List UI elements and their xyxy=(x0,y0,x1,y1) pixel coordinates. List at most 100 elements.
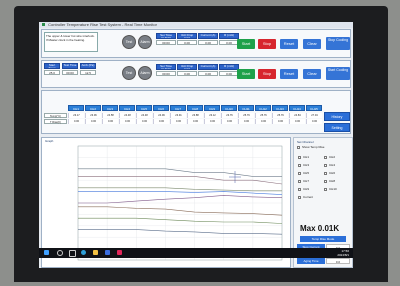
channel-checkbox[interactable] xyxy=(324,172,327,175)
channel-checkbox-label: CH3 xyxy=(303,163,310,167)
channel-temp: 23.91 xyxy=(170,113,186,118)
series-line xyxy=(78,187,282,192)
channel-rise: 0.00 xyxy=(306,119,322,124)
channel-checkbox[interactable] xyxy=(298,188,301,191)
series-line xyxy=(78,195,283,204)
description-box: The upper & lower hot wire interlock. If… xyxy=(44,32,98,52)
channel-temp: 24.09 xyxy=(153,113,169,118)
window-titlebar: Controller Temperature Rise Test System … xyxy=(39,22,353,28)
channel-checkbox[interactable] xyxy=(324,188,327,191)
clear-button-2[interactable]: Clear xyxy=(303,69,321,79)
top-control-panel: The upper & lower hot wire interlock. If… xyxy=(41,29,351,58)
series-line xyxy=(78,217,283,224)
channel-header: CH13 xyxy=(272,105,288,111)
stop-button[interactable]: Stop xyxy=(258,39,276,49)
stop-button-2[interactable]: Stop xyxy=(258,69,276,79)
app-taskbar-icon[interactable] xyxy=(117,250,122,255)
channel-header: CH8 xyxy=(187,105,203,111)
reset-button[interactable]: Reset xyxy=(280,39,298,49)
temp-rise-mode-button[interactable]: Temp Rise Mode xyxy=(300,236,346,242)
channel-rise: 0.00 xyxy=(238,119,254,124)
store-icon[interactable] xyxy=(105,250,110,255)
channel-temp: 24.84 xyxy=(289,113,305,118)
channel-checkbox[interactable] xyxy=(324,164,327,167)
test-button-2[interactable]: Test xyxy=(122,66,136,80)
input-value[interactable]: 25.0 xyxy=(44,70,60,75)
input-header: Start Temp xyxy=(44,63,60,69)
max-temp-rise: Max 0.01K xyxy=(300,224,340,233)
param-value[interactable]: 00:00 xyxy=(156,71,176,76)
start-button-2[interactable]: Start xyxy=(237,69,255,79)
channel-rise: 0.00 xyxy=(289,119,305,124)
bottom-control-panel: Start Temp Test Time Amb (Pa) 25.0 00:00… xyxy=(41,60,351,88)
aging-time-button[interactable]: Aging Time xyxy=(297,258,325,264)
channel-temp: 23.76 xyxy=(221,113,237,118)
channel-checkbox[interactable] xyxy=(298,196,301,199)
aging-time-value: 0.0 xyxy=(326,258,350,264)
channel-checkbox[interactable] xyxy=(324,156,327,159)
window-title: Controller Temperature Rise Test System … xyxy=(48,22,157,27)
stop-cooling-button[interactable]: Stop Cooling xyxy=(326,37,350,50)
search-icon[interactable] xyxy=(57,250,63,256)
channel-header: CH10 xyxy=(221,105,237,111)
channel-rise: 0.00 xyxy=(272,119,288,124)
input-value[interactable]: 12.5 xyxy=(80,70,96,75)
start-button[interactable]: Start xyxy=(237,39,255,49)
channel-checkbox-label: CH9 xyxy=(303,187,310,191)
setting-button[interactable]: Setting xyxy=(324,123,350,132)
app-icon xyxy=(42,23,45,27)
show-temp-rise-label: Show Temp Rise xyxy=(302,145,325,149)
param-header: Set Time (H:M:S) xyxy=(156,64,176,70)
channel-temp: 25.79 xyxy=(272,113,288,118)
input-header: Test Time xyxy=(62,63,78,69)
file-explorer-icon[interactable] xyxy=(93,250,98,255)
task-view-icon[interactable] xyxy=(69,250,76,257)
channel-rise: 0.00 xyxy=(204,119,220,124)
channel-checkbox[interactable] xyxy=(298,172,301,175)
channel-temp: 23.17 xyxy=(68,113,84,118)
reset-button-2[interactable]: Reset xyxy=(280,69,298,79)
show-temp-rise-checkbox[interactable] xyxy=(297,146,300,149)
channel-header: CH1 xyxy=(68,105,84,111)
edge-browser-icon[interactable] xyxy=(81,250,86,255)
alarm-button-2[interactable]: Alarm xyxy=(138,66,152,80)
channel-rise: 0.00 xyxy=(119,119,135,124)
windows-start-icon[interactable] xyxy=(44,250,49,255)
param-value[interactable]: 0.00 xyxy=(177,40,197,45)
param-value[interactable]: 0.00 xyxy=(219,71,239,76)
channel-checkbox[interactable] xyxy=(298,164,301,167)
channel-temp: 25.79 xyxy=(238,113,254,118)
test-button[interactable]: Test xyxy=(122,35,136,49)
clear-button[interactable]: Clear xyxy=(303,39,321,49)
param-value[interactable]: 0.00 xyxy=(198,40,218,45)
start-cooling-button[interactable]: Start Cooling xyxy=(326,67,350,80)
clock-date: 2024/8/1 xyxy=(337,253,349,257)
channel-temp: 24.48 xyxy=(119,113,135,118)
channel-rise: 0.00 xyxy=(68,119,84,124)
channel-checkbox[interactable] xyxy=(298,156,301,159)
channel-checkbox-label: CH6 xyxy=(329,171,336,175)
channel-header: CH14 xyxy=(289,105,305,111)
param-value[interactable]: 0.00 xyxy=(219,40,239,45)
channel-rise: 0.00 xyxy=(187,119,203,124)
param-value[interactable]: 0.00 xyxy=(198,71,218,76)
channel-row-label: T Rise(K) xyxy=(44,119,67,124)
param-header: R (mΩ) xyxy=(219,33,239,39)
channel-checkbox[interactable] xyxy=(324,180,327,183)
channel-rise: 0.00 xyxy=(153,119,169,124)
history-button[interactable]: History xyxy=(324,112,350,121)
channel-temp: 23.12 xyxy=(204,113,220,118)
param-value[interactable]: 0.00 xyxy=(177,71,197,76)
alarm-button[interactable]: Alarm xyxy=(138,35,152,49)
input-header: Amb (Pa) xyxy=(80,63,96,69)
param-header: Volt Drop (mV) xyxy=(177,33,197,39)
input-value[interactable]: 00:00 xyxy=(62,70,78,75)
channel-checkbox-label: CH1 xyxy=(303,155,310,159)
channel-checkbox-label: Current xyxy=(303,195,314,199)
channel-rise: 0.00 xyxy=(102,119,118,124)
channel-header: CH11 xyxy=(238,105,254,111)
channel-table: Temp(°C) T Rise(K) CH1 23.17 0.00 CH2 23.06 0.0… xyxy=(41,90,351,134)
param-value[interactable]: 00:00 xyxy=(156,40,176,45)
channel-checkbox[interactable] xyxy=(298,180,301,183)
param-header: Current (A) xyxy=(198,33,218,39)
